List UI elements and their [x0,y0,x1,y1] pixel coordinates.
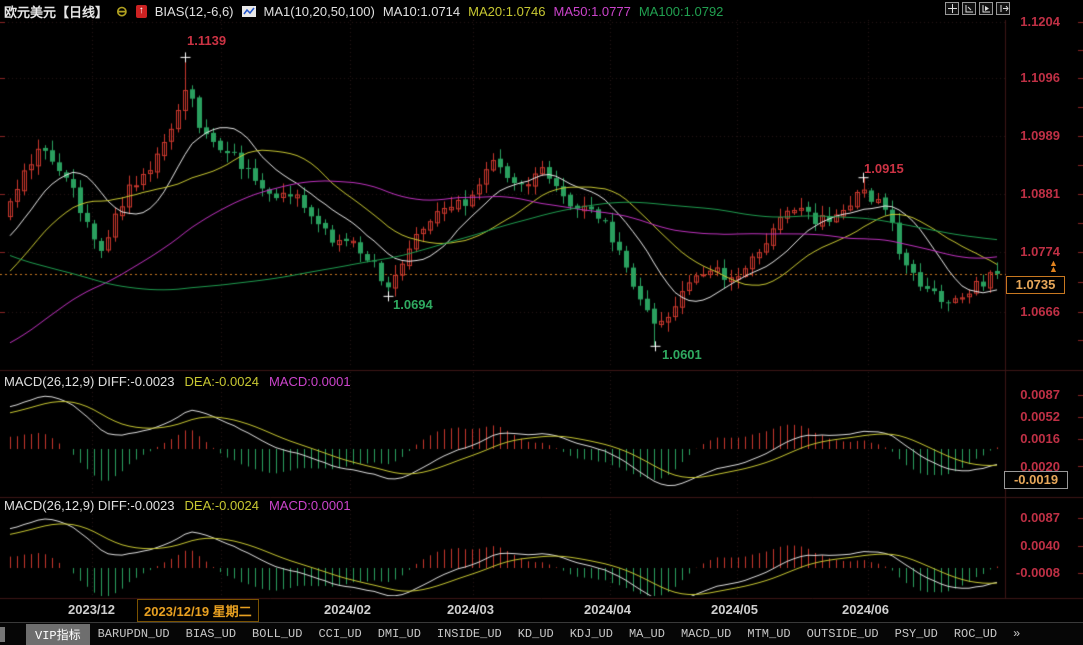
annotation-low: 1.0694 [393,297,433,312]
current-price-badge: 1.0735 [1006,276,1065,294]
tab-mtm[interactable]: MTM_UD [739,625,798,643]
crosshair-icon[interactable] [945,2,959,15]
macd1-macd: MACD:0.0001 [269,374,351,390]
chart-header: 欧元美元【日线】 ⊖ ↑ BIAS(12,-6,6) MA1(10,20,50,… [4,2,723,20]
x-axis-label: 2024/05 [711,602,758,617]
toolbar-edge-fragment [0,627,5,642]
tab-ma[interactable]: MA_UD [621,625,673,643]
macd1-dea: DEA:-0.0024 [185,374,259,390]
macd1-axis-label: 0.0052 [1008,409,1060,424]
bias-indicator-label: BIAS(12,-6,6) [155,4,234,19]
tab-bias[interactable]: BIAS_UD [178,625,244,643]
chart-canvas[interactable] [0,0,1083,645]
annotation-low: 1.0601 [662,347,702,362]
macd1-last-value-badge: -0.0019 [1004,471,1068,489]
x-axis-label: 2023/12 [68,602,115,617]
macd1-name-diff: MACD(26,12,9) DIFF:-0.0023 [4,374,175,390]
up-arrow-icon: ↑ [136,5,147,18]
symbol-title: 欧元美元【日线】 [4,2,108,21]
minus-circle-icon[interactable]: ⊖ [116,3,128,20]
macd2-header: MACD(26,12,9) DIFF:-0.0023 DEA:-0.0024 M… [4,498,351,514]
annotation-high: 1.1139 [187,33,226,48]
tab-vip-indicator[interactable]: VIP指标 [26,624,90,645]
ma10-value: MA10:1.0714 [383,4,460,19]
trading-app-window: { "header": { "title": "欧元美元【日线】", "bias… [0,0,1083,645]
pane-fit-left-icon[interactable] [962,2,976,15]
macd1-header: MACD(26,12,9) DIFF:-0.0023 DEA:-0.0024 M… [4,374,351,390]
tab-inside[interactable]: INSIDE_UD [429,625,510,643]
annotation-high: 1.0915 [864,161,904,176]
price-axis-label: 1.1204 [1008,14,1060,30]
tab-psy[interactable]: PSY_UD [887,625,946,643]
mini-chart-icon[interactable] [242,6,256,17]
macd2-dea: DEA:-0.0024 [185,498,259,514]
tab-cci[interactable]: CCI_UD [310,625,369,643]
tab-dmi[interactable]: DMI_UD [370,625,429,643]
macd1-axis-label: 0.0087 [1008,387,1060,402]
x-axis-label: 2024/06 [842,602,889,617]
cursor-date-badge: 2023/12/19 星期二 [137,599,259,622]
tab-kdj[interactable]: KDJ_UD [562,625,621,643]
tab-macd[interactable]: MACD_UD [673,625,739,643]
x-axis-label: 2024/03 [447,602,494,617]
macd2-axis-label: 0.0087 [1008,510,1060,525]
ma20-value: MA20:1.0746 [468,4,545,19]
indicator-tab-bar: VIP指标 BARUPDN_UD BIAS_UD BOLL_UD CCI_UD … [0,622,1083,645]
price-axis-label: 1.1096 [1008,70,1060,86]
macd1-axis-label: 0.0016 [1008,431,1060,446]
price-axis-label: 1.0989 [1008,128,1060,144]
ma100-value: MA100:1.0792 [639,4,724,19]
ma-group-label: MA1(10,20,50,100) [264,4,375,19]
tab-barupdn[interactable]: BARUPDN_UD [90,625,178,643]
tab-boll[interactable]: BOLL_UD [244,625,310,643]
price-up-arrows-icon: ▲▲ [1049,260,1058,272]
macd2-axis-label: 0.0040 [1008,538,1060,553]
tabs-more-chevron[interactable]: » [1005,625,1028,643]
macd2-name-diff: MACD(26,12,9) DIFF:-0.0023 [4,498,175,514]
x-axis-label: 2024/04 [584,602,631,617]
macd2-macd: MACD:0.0001 [269,498,351,514]
x-axis-label: 2024/02 [324,602,371,617]
macd2-axis-label: -0.0008 [1008,565,1060,580]
tab-kd[interactable]: KD_UD [510,625,562,643]
ma50-value: MA50:1.0777 [554,4,631,19]
pane-play-icon[interactable] [979,2,993,15]
price-axis-label: 1.0666 [1008,304,1060,320]
tab-outside[interactable]: OUTSIDE_UD [799,625,887,643]
tab-roc[interactable]: ROC_UD [946,625,1005,643]
price-axis-label: 1.0881 [1008,186,1060,202]
